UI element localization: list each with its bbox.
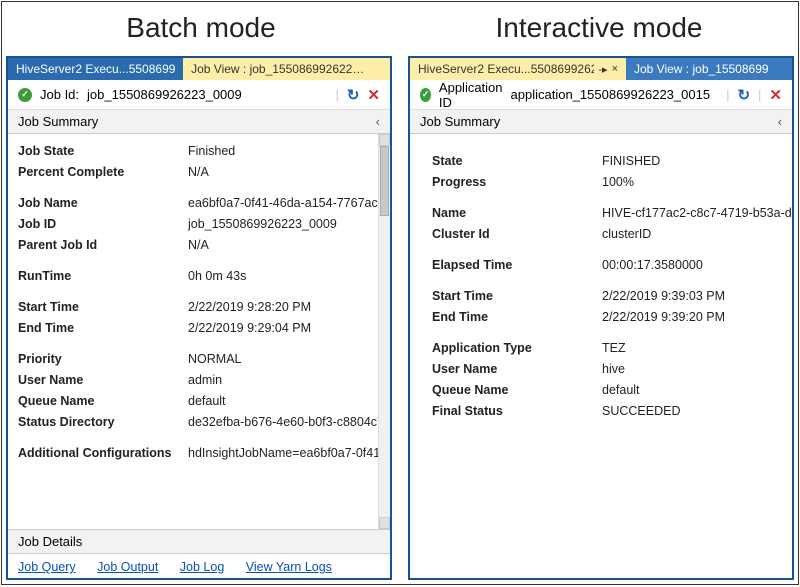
tab-job-view-active[interactable]: Job View : job_155086992622…	[183, 58, 390, 80]
scroll-down-icon[interactable]	[379, 517, 390, 529]
v-starttime: 2/22/2019 9:39:03 PM	[602, 289, 792, 303]
v-percent: N/A	[188, 165, 378, 179]
v-apptype: TEZ	[602, 341, 792, 355]
chevron-left-icon: ‹	[376, 114, 380, 129]
batch-id-row: ✓ Job Id: job_1550869926223_0009 | ↻ ✕	[8, 80, 390, 110]
delete-icon[interactable]: ✕	[769, 86, 782, 104]
pin-icon[interactable]: ⁠⁠⁠⁠-▸	[598, 63, 607, 76]
v-queuename: default	[188, 394, 378, 408]
k-username: User Name	[18, 373, 188, 387]
k-progress: Progress	[432, 175, 602, 189]
v-runtime: 0h 0m 43s	[188, 269, 378, 283]
interactive-summary-body: StateFINISHED Progress100% NameHIVE-cf17…	[410, 134, 792, 578]
app-id-value: application_1550869926223_0015	[511, 87, 711, 102]
k-endtime: End Time	[18, 321, 188, 335]
k-addlconfigs: Additional Configurations	[18, 446, 188, 460]
k-state: State	[432, 154, 602, 168]
link-job-log[interactable]: Job Log	[180, 560, 224, 574]
v-queuename: default	[602, 383, 792, 397]
tab-hiveserver2[interactable]: HiveServer2 Execu...550869926223_0015	[8, 58, 183, 80]
k-finalstatus: Final Status	[432, 404, 602, 418]
k-queuename: Queue Name	[432, 383, 602, 397]
v-statusdir: de32efba-b676-4e60-b0f3-c8804c7a3	[188, 415, 378, 429]
batch-summary-body: Job StateFinished Percent CompleteN/A Jo…	[8, 134, 378, 529]
job-details-header[interactable]: Job Details	[8, 529, 390, 554]
k-username: User Name	[432, 362, 602, 376]
job-summary-header[interactable]: Job Summary ‹	[410, 110, 792, 134]
close-icon[interactable]: ×	[612, 63, 618, 75]
refresh-icon[interactable]: ↻	[737, 86, 750, 104]
scroll-up-icon[interactable]	[379, 134, 390, 146]
tab-hiveserver2-active[interactable]: HiveServer2 Execu...550869926223_0015 ⁠⁠…	[410, 58, 626, 80]
v-starttime: 2/22/2019 9:28:20 PM	[188, 300, 378, 314]
link-view-yarn-logs[interactable]: View Yarn Logs	[246, 560, 332, 574]
scroll-thumb[interactable]	[380, 146, 389, 216]
v-clusterid: clusterID	[602, 227, 792, 241]
k-jobid: Job ID	[18, 217, 188, 231]
job-id-value: job_1550869926223_0009	[87, 87, 242, 102]
job-summary-header[interactable]: Job Summary ‹	[8, 110, 390, 134]
v-addlconfigs: hdInsightJobName=ea6bf0a7-0f41-46	[188, 446, 378, 460]
k-apptype: Application Type	[432, 341, 602, 355]
k-jobname: Job Name	[18, 196, 188, 210]
v-jobname: ea6bf0a7-0f41-46da-a154-7767ace52b	[188, 196, 378, 210]
k-parentjobid: Parent Job Id	[18, 238, 188, 252]
app-id-label: Application ID	[439, 80, 503, 110]
k-starttime: Start Time	[18, 300, 188, 314]
v-name: HIVE-cf177ac2-c8c7-4719-b53a-de	[602, 206, 792, 220]
k-elapsed: Elapsed Time	[432, 258, 602, 272]
v-jobstate: Finished	[188, 144, 378, 158]
job-id-label: Job Id:	[40, 87, 79, 102]
k-name: Name	[432, 206, 602, 220]
k-priority: Priority	[18, 352, 188, 366]
v-endtime: 2/22/2019 9:29:04 PM	[188, 321, 378, 335]
v-username: admin	[188, 373, 378, 387]
interactive-id-row: ✓ Application ID application_15508699262…	[410, 80, 792, 110]
k-starttime: Start Time	[432, 289, 602, 303]
v-endtime: 2/22/2019 9:39:20 PM	[602, 310, 792, 324]
interactive-tabstrip: HiveServer2 Execu...550869926223_0015 ⁠⁠…	[410, 58, 792, 80]
tab-job-view[interactable]: Job View : job_15508699	[626, 58, 792, 80]
title-interactive: Interactive mode	[400, 12, 798, 44]
k-endtime: End Time	[432, 310, 602, 324]
v-parentjobid: N/A	[188, 238, 378, 252]
link-job-output[interactable]: Job Output	[97, 560, 158, 574]
k-clusterid: Cluster Id	[432, 227, 602, 241]
status-ok-icon: ✓	[420, 88, 431, 102]
chevron-left-icon: ‹	[778, 114, 782, 129]
v-progress: 100%	[602, 175, 792, 189]
v-jobid: job_1550869926223_0009	[188, 217, 378, 231]
k-statusdir: Status Directory	[18, 415, 188, 429]
k-jobstate: Job State	[18, 144, 188, 158]
refresh-icon[interactable]: ↻	[347, 86, 360, 104]
status-ok-icon: ✓	[18, 88, 32, 102]
batch-tabstrip: HiveServer2 Execu...550869926223_0015 Jo…	[8, 58, 390, 80]
v-priority: NORMAL	[188, 352, 378, 366]
title-batch: Batch mode	[2, 12, 400, 44]
interactive-panel: HiveServer2 Execu...550869926223_0015 ⁠⁠…	[408, 56, 794, 580]
mode-titles: Batch mode Interactive mode	[2, 2, 798, 54]
v-state: FINISHED	[602, 154, 792, 168]
k-queuename: Queue Name	[18, 394, 188, 408]
batch-scrollbar[interactable]	[378, 134, 390, 529]
v-username: hive	[602, 362, 792, 376]
link-job-query[interactable]: Job Query	[18, 560, 76, 574]
v-finalstatus: SUCCEEDED	[602, 404, 792, 418]
k-runtime: RunTime	[18, 269, 188, 283]
batch-links: Job Query Job Output Job Log View Yarn L…	[8, 554, 390, 578]
delete-icon[interactable]: ✕	[367, 86, 380, 104]
k-percent: Percent Complete	[18, 165, 188, 179]
v-elapsed: 00:00:17.3580000	[602, 258, 792, 272]
batch-panel: HiveServer2 Execu...550869926223_0015 Jo…	[6, 56, 392, 580]
